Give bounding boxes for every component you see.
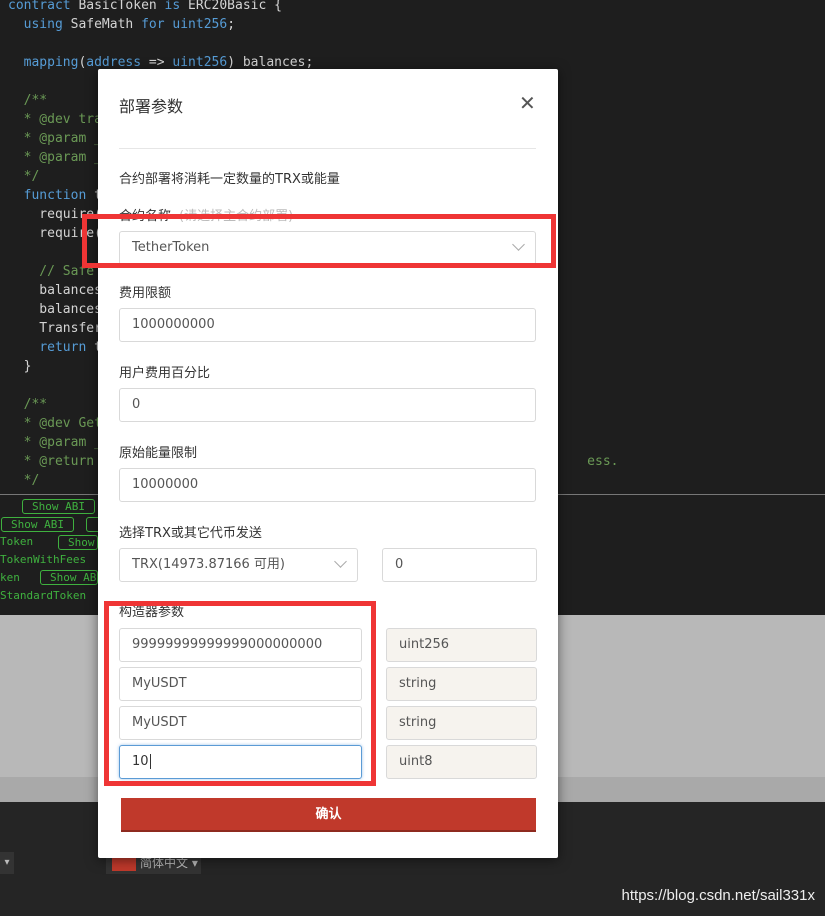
code-line: /** [8, 397, 48, 412]
contract-name-value: TetherToken [132, 240, 210, 255]
language-label: 简体中文 [140, 856, 189, 870]
flag-icon [112, 856, 136, 871]
constructor-param-input-focused[interactable]: 10 [119, 745, 362, 779]
constructor-param-type: string [386, 667, 537, 701]
show-abi-button[interactable]: Show ABI [1, 517, 74, 532]
constructor-param-input[interactable]: MyUSDT [119, 706, 362, 740]
contract-name: TokenWithFees [0, 553, 87, 566]
code-line: /** [8, 93, 48, 108]
constructor-param-type: uint8 [386, 745, 537, 779]
send-token-label: 选择TRX或其它代币发送 [119, 526, 262, 541]
chevron-down-icon [512, 238, 525, 251]
watermark: https://blog.csdn.net/sail331x [621, 887, 815, 904]
constructor-param-input[interactable]: 99999999999999000000000 [119, 628, 362, 662]
send-token-value: TRX(14973.87166 可用) [132, 557, 285, 572]
constructor-params-label: 构造器参数 [119, 605, 185, 620]
divider [119, 148, 536, 149]
code-line: Transfer [8, 321, 102, 336]
code-line: * @param _ [8, 131, 102, 146]
dropdown-caret-icon[interactable]: ▾ [0, 852, 14, 874]
origin-energy-limit-label: 原始能量限制 [119, 446, 198, 461]
code-line: // Safe [8, 264, 95, 279]
constructor-param-input[interactable]: MyUSDT [119, 667, 362, 701]
contract-name: Token [0, 535, 34, 548]
show-abi-button[interactable]: Show ABI [40, 570, 103, 585]
chevron-down-icon [334, 555, 347, 568]
contract-name-select[interactable]: TetherToken [119, 231, 536, 265]
fee-limit-input[interactable]: 1000000000 [119, 308, 536, 342]
close-icon[interactable]: ✕ [519, 91, 536, 115]
text-cursor [149, 754, 151, 769]
code-line: contract BasicToken is ERC20Basic { [8, 0, 282, 13]
code-line: * @dev Get [8, 416, 102, 431]
contract-name-sublabel: (请选择主合约部署) [179, 209, 294, 224]
code-line: * @param _ [8, 150, 102, 165]
code-line: require( [8, 207, 102, 222]
modal-title: 部署参数 [119, 97, 184, 116]
code-line: return t [39, 340, 102, 355]
code-line: function t [23, 188, 102, 203]
code-line: balances [8, 302, 102, 317]
contract-name: StandardToken [0, 589, 87, 602]
constructor-param-type: uint256 [386, 628, 537, 662]
show-abi-button[interactable]: Show ABI [58, 535, 121, 550]
send-amount-input[interactable]: 0 [382, 548, 537, 582]
code-line: * @dev tra [8, 112, 102, 127]
fee-limit-label: 费用限额 [119, 286, 172, 301]
show-abi-button[interactable]: Show ABI [22, 499, 95, 514]
user-fee-percentage-label: 用户费用百分比 [119, 366, 211, 381]
code-line: */ [8, 473, 40, 488]
origin-energy-limit-input[interactable]: 10000000 [119, 468, 536, 502]
constructor-param-value: 10 [132, 754, 149, 769]
code-line: */ [8, 169, 40, 184]
code-line: } [8, 359, 32, 374]
user-fee-percentage-input[interactable]: 0 [119, 388, 536, 422]
code-line: require( [8, 226, 102, 241]
code-line: * @param _ [8, 435, 102, 450]
confirm-button[interactable]: 确认 [121, 798, 536, 832]
deploy-params-modal: 部署参数 ✕ 合约部署将消耗一定数量的TRX或能量 合约名称 (请选择主合约部署)… [98, 69, 558, 858]
code-line: using SafeMath for uint256; [23, 17, 236, 32]
code-line: balances [8, 283, 102, 298]
deploy-hint: 合约部署将消耗一定数量的TRX或能量 [119, 172, 340, 187]
contract-name: ken [0, 571, 20, 584]
send-token-select[interactable]: TRX(14973.87166 可用) [119, 548, 358, 582]
constructor-param-type: string [386, 706, 537, 740]
contract-name-label: 合约名称 (请选择主合约部署) [119, 205, 293, 224]
contract-name-label-text: 合约名称 [119, 209, 172, 224]
